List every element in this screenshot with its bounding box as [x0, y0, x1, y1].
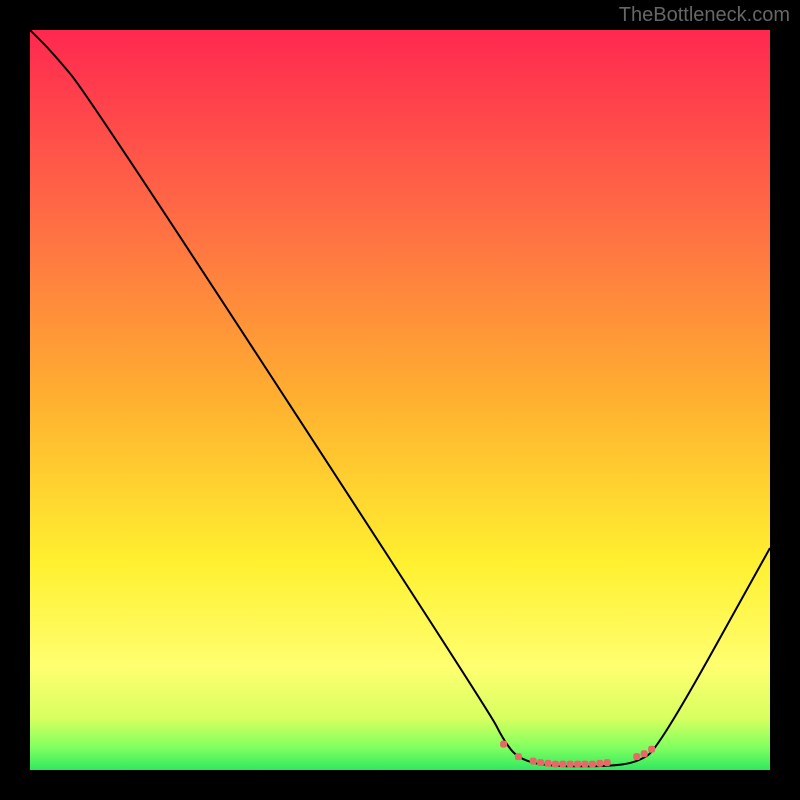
marker-point [596, 760, 603, 767]
marker-point [552, 761, 559, 768]
chart-plot-area [30, 30, 770, 770]
watermark-text: TheBottleneck.com [619, 4, 790, 27]
marker-point [567, 761, 574, 768]
marker-point [530, 758, 537, 765]
marker-point [604, 759, 611, 766]
marker-point [633, 753, 640, 760]
bottleneck-curve [30, 30, 770, 766]
marker-point [589, 761, 596, 768]
marker-point [582, 761, 589, 768]
marker-point [537, 759, 544, 766]
marker-point [515, 753, 522, 760]
marker-point [545, 760, 552, 767]
marker-point [500, 741, 507, 748]
marker-point [641, 750, 648, 757]
marker-point [648, 746, 655, 753]
marker-point [574, 761, 581, 768]
chart-curve-layer [30, 30, 770, 770]
marker-point [559, 761, 566, 768]
optimal-zone-markers [500, 741, 655, 768]
